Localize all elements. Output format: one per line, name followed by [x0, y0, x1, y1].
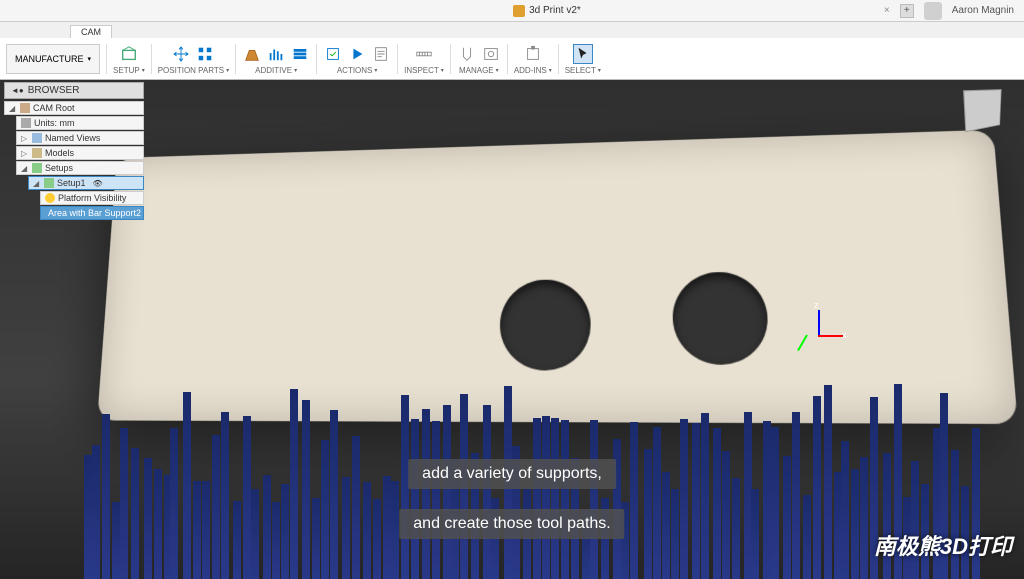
select-label[interactable]: SELECT — [565, 66, 601, 75]
position-arrange-icon[interactable] — [195, 44, 215, 64]
tree-units[interactable]: Units: mm — [16, 116, 144, 130]
notification-icon[interactable] — [924, 2, 942, 20]
divider — [558, 44, 559, 74]
divider — [235, 44, 236, 74]
lightbulb-icon — [45, 193, 55, 203]
inspect-measure-icon[interactable] — [414, 44, 434, 64]
document-title: 3d Print v2* — [529, 5, 581, 16]
setup-icon[interactable] — [119, 44, 139, 64]
tab-close-icon[interactable]: × — [884, 5, 890, 16]
manage-tool-icon[interactable] — [457, 44, 477, 64]
setups-icon — [32, 163, 42, 173]
doc-icon — [513, 5, 525, 17]
manage-library-icon[interactable] — [481, 44, 501, 64]
browser-header[interactable]: ◄● BROWSER — [4, 82, 144, 99]
group-inspect: INSPECT — [404, 42, 444, 75]
tree-area-bar-support[interactable]: Area with Bar Support2 — [40, 206, 144, 220]
actions-generate-icon[interactable] — [323, 44, 343, 64]
user-name[interactable]: Aaron Magnin — [952, 5, 1014, 16]
group-addins: ADD-INS — [514, 42, 552, 75]
inspect-label[interactable]: INSPECT — [404, 66, 444, 75]
additive-layers-icon[interactable] — [290, 44, 310, 64]
group-select: SELECT — [565, 42, 601, 75]
tree-named-views[interactable]: ▷ Named Views — [16, 131, 144, 145]
additive-support-icon[interactable] — [266, 44, 286, 64]
tree-root[interactable]: ◢ CAM Root — [4, 101, 144, 115]
browser-title: BROWSER — [28, 85, 80, 96]
model-part — [97, 130, 1018, 424]
cam-root-icon — [20, 103, 30, 113]
workspace-switcher[interactable]: MANUFACTURE ▾ — [6, 44, 100, 74]
visibility-icon[interactable]: 👁 — [93, 179, 103, 188]
addins-label[interactable]: ADD-INS — [514, 66, 552, 75]
divider — [316, 44, 317, 74]
group-setup: SETUP — [113, 42, 145, 75]
view-cube[interactable] — [963, 89, 1002, 132]
workspace-label: MANUFACTURE — [15, 54, 84, 64]
caption-line-2: and create those tool paths. — [399, 509, 624, 539]
tree-models[interactable]: ▷ Models — [16, 146, 144, 160]
additive-label[interactable]: ADDITIVE — [255, 66, 297, 75]
browser-panel: ◄● BROWSER ◢ CAM Root Units: mm ▷ Named … — [4, 82, 144, 221]
models-icon — [32, 148, 42, 158]
axis-gizmo[interactable]: z x — [794, 310, 844, 360]
ribbon-toolbar: MANUFACTURE ▾ SETUP POSITION PARTS ADDIT… — [0, 38, 1024, 80]
group-position: POSITION PARTS — [158, 42, 229, 75]
tree-platform-visibility[interactable]: Platform Visibility — [40, 191, 144, 205]
group-actions: ACTIONS — [323, 42, 391, 75]
divider — [450, 44, 451, 74]
manage-label[interactable]: MANAGE — [459, 66, 499, 75]
tree-setup1[interactable]: ◢ Setup1 👁 — [28, 176, 144, 190]
setup-node-icon — [44, 178, 54, 188]
axis-x-label: x — [842, 330, 847, 340]
divider — [397, 44, 398, 74]
caption-line-1: add a variety of supports, — [408, 459, 616, 489]
model-hole — [672, 271, 770, 364]
divider — [507, 44, 508, 74]
support-structures — [80, 400, 980, 579]
position-label[interactable]: POSITION PARTS — [158, 66, 229, 75]
model-hole — [500, 279, 591, 371]
setup-label[interactable]: SETUP — [113, 66, 145, 75]
tree-setups[interactable]: ◢ Setups — [16, 161, 144, 175]
select-icon[interactable] — [573, 44, 593, 64]
ruler-icon — [21, 118, 31, 128]
viewport-3d[interactable]: z x — [0, 80, 1024, 579]
tab-row: CAM — [0, 22, 1024, 38]
group-manage: MANAGE — [457, 42, 501, 75]
new-tab-button[interactable]: + — [900, 4, 914, 18]
actions-post-icon[interactable] — [371, 44, 391, 64]
divider — [106, 44, 107, 74]
addins-icon[interactable] — [523, 44, 543, 64]
watermark: 南极熊3D打印 — [874, 529, 1012, 561]
divider — [151, 44, 152, 74]
actions-simulate-icon[interactable] — [347, 44, 367, 64]
document-title-area: 3d Print v2* — [513, 5, 581, 17]
additive-build-icon[interactable] — [242, 44, 262, 64]
tab-cam[interactable]: CAM — [70, 25, 112, 38]
group-additive: ADDITIVE — [242, 42, 310, 75]
axis-z-label: z — [814, 300, 819, 310]
position-move-icon[interactable] — [171, 44, 191, 64]
title-bar: 3d Print v2* × + Aaron Magnin — [0, 0, 1024, 22]
views-icon — [32, 133, 42, 143]
actions-label[interactable]: ACTIONS — [337, 66, 378, 75]
